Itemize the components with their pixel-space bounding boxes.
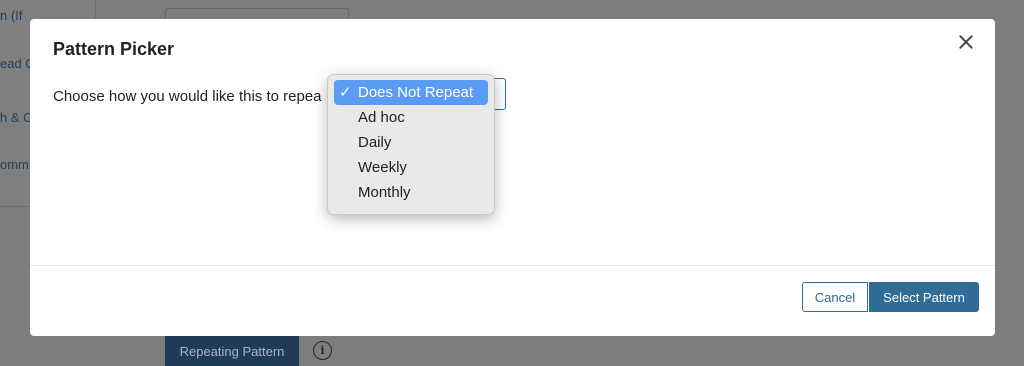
option-label: Ad hoc — [358, 109, 405, 126]
pattern-dropdown-menu: ✓ Does Not Repeat Ad hoc Daily Weekly Mo… — [327, 74, 495, 215]
select-pattern-button[interactable]: Select Pattern — [869, 282, 979, 312]
modal-title: Pattern Picker — [53, 39, 175, 59]
option-monthly[interactable]: Monthly — [334, 180, 488, 205]
option-label: Monthly — [358, 184, 411, 201]
option-label: Weekly — [358, 159, 407, 176]
info-icon: i — [313, 341, 332, 360]
sidebar-fragment: omm — [0, 157, 29, 172]
option-does-not-repeat[interactable]: ✓ Does Not Repeat — [334, 80, 488, 105]
pattern-picker-modal: Pattern Picker Choose how you would like… — [30, 19, 995, 336]
footer-divider — [30, 265, 995, 266]
sidebar-fragment: n (If — [0, 8, 23, 23]
option-weekly[interactable]: Weekly — [334, 155, 488, 180]
option-ad-hoc[interactable]: Ad hoc — [334, 105, 488, 130]
checkmark-icon: ✓ — [339, 84, 352, 101]
prompt-label: Choose how you would like this to repea — [53, 88, 322, 105]
sidebar-fragment: h & C — [0, 110, 33, 125]
option-label: Daily — [358, 134, 392, 151]
option-label: Does Not Repeat — [358, 84, 474, 101]
cancel-button[interactable]: Cancel — [802, 282, 868, 312]
close-icon[interactable] — [955, 31, 977, 53]
option-daily[interactable]: Daily — [334, 130, 488, 155]
repeating-pattern-button: Repeating Pattern — [165, 336, 299, 366]
